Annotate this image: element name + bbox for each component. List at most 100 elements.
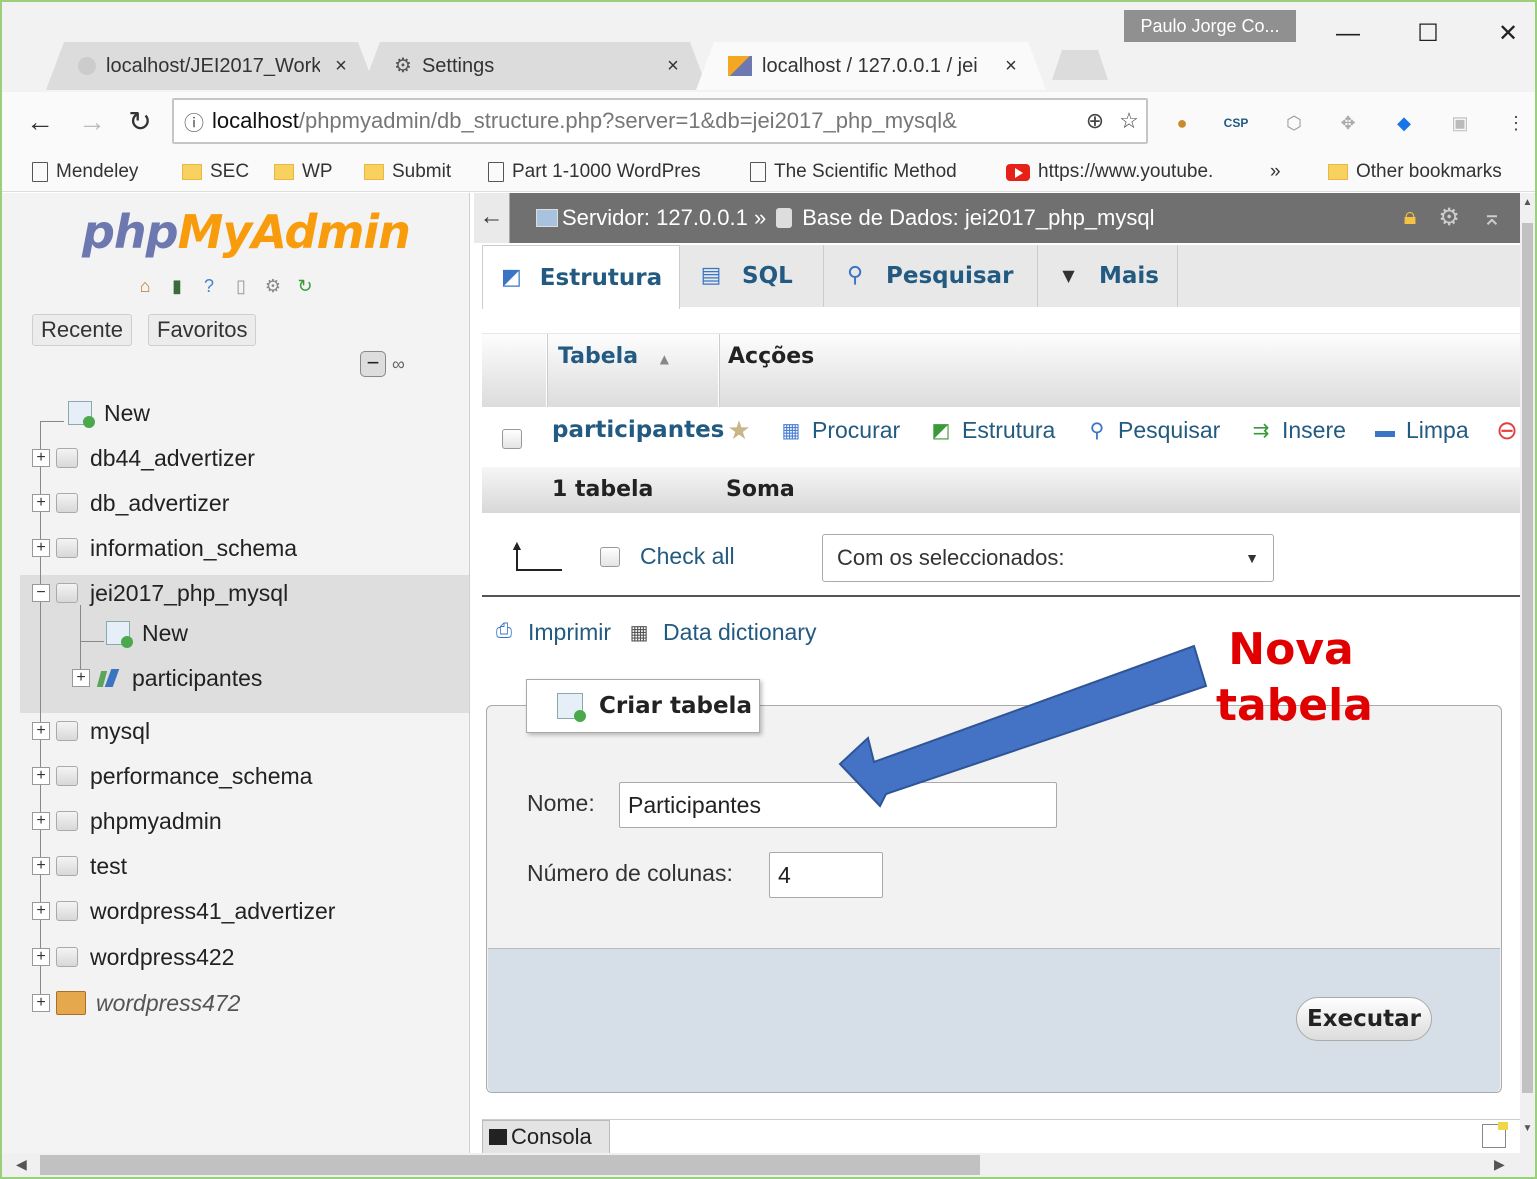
close-tab-icon[interactable]: ×	[662, 42, 684, 90]
breadcrumb-database[interactable]: Base de Dados: jei2017_php_mysql	[802, 205, 1154, 231]
expand-icon[interactable]: +	[32, 812, 50, 830]
action-limpa[interactable]: ▬ Limpa	[1372, 417, 1469, 444]
expand-icon[interactable]: +	[72, 669, 90, 687]
console-tab[interactable]: Consola	[482, 1120, 610, 1153]
tab-sql[interactable]: ▤ SQL	[680, 245, 824, 307]
tree-item-information-schema[interactable]: + information_schema	[32, 528, 297, 568]
execute-button[interactable]: Executar	[1296, 997, 1432, 1041]
bookmark-mendeley[interactable]: Mendeley	[32, 158, 138, 186]
bookmark-wp[interactable]: WP	[274, 158, 333, 186]
address-bar[interactable]: ⓘ localhost/phpmyadmin/db_structure.php?…	[172, 98, 1148, 144]
bookmark-submit[interactable]: Submit	[364, 158, 451, 186]
empty-table-icon: ▬	[1375, 419, 1395, 442]
tab-label: localhost / 127.0.0.1 / jei	[762, 55, 978, 77]
action-pesquisar[interactable]: ⚲ Pesquisar	[1084, 417, 1221, 444]
tab-estrutura[interactable]: ◩ Estrutura	[482, 245, 680, 309]
title-bar: localhost/JEI2017_Works × ⚙ Settings × l…	[2, 2, 1535, 92]
tab-pesquisar[interactable]: ⚲ Pesquisar	[824, 245, 1038, 307]
tree-item-performance-schema[interactable]: + performance_schema	[32, 756, 312, 796]
with-selected-dropdown[interactable]: Com os seleccionados: ▼	[822, 534, 1274, 582]
action-estrutura[interactable]: ◩ Estrutura	[928, 417, 1056, 444]
expand-icon[interactable]: +	[32, 539, 50, 557]
back-arrow-icon[interactable]: ←	[22, 104, 58, 140]
forward-arrow-icon[interactable]: →	[74, 104, 110, 140]
expand-icon[interactable]: +	[32, 449, 50, 467]
note-icon[interactable]	[1482, 1122, 1508, 1148]
tree-item-new-table[interactable]: New	[106, 613, 188, 653]
new-tab-button[interactable]	[1052, 50, 1108, 80]
tab-jei2017-works[interactable]: localhost/JEI2017_Works ×	[46, 42, 376, 90]
tree-item-new[interactable]: New	[68, 393, 150, 433]
table-name-input[interactable]	[619, 782, 1057, 828]
cube-extension-icon[interactable]: ⬡	[1278, 108, 1310, 138]
dropbox-extension-icon[interactable]: ✥	[1332, 108, 1364, 138]
header-table[interactable]: Tabela ▲	[558, 344, 669, 369]
tree-item-db44-advertizer[interactable]: + db44_advertizer	[32, 438, 255, 478]
reload-icon[interactable]: ↻	[122, 104, 158, 140]
tree-item-test[interactable]: + test	[32, 846, 127, 886]
tree-item-mysql[interactable]: + mysql	[32, 711, 150, 751]
back-arrow-icon[interactable]: ←	[474, 193, 510, 243]
expand-icon[interactable]: +	[32, 994, 50, 1012]
tab-mais[interactable]: ▼ Mais	[1038, 245, 1178, 307]
vertical-scrollbar[interactable]: ▲ ▼	[1520, 193, 1535, 1153]
tree-item-wordpress422[interactable]: + wordpress422	[32, 937, 234, 977]
tree-item-phpmyadmin[interactable]: + phpmyadmin	[32, 801, 222, 841]
expand-icon[interactable]: +	[32, 494, 50, 512]
expand-icon[interactable]: +	[32, 857, 50, 875]
close-window-button[interactable]: ✕	[1488, 16, 1528, 52]
expand-icon[interactable]: +	[32, 767, 50, 785]
zoom-icon[interactable]: ⊕	[1078, 108, 1112, 134]
tree-item-wordpress472[interactable]: + wordpress472	[32, 983, 240, 1023]
columns-label: Número de colunas:	[527, 860, 733, 886]
print-link[interactable]: Imprimir	[528, 619, 611, 646]
lock-icon[interactable]: 🔒︎	[1404, 203, 1417, 232]
tree-item-jei2017-php-mysql[interactable]: − jei2017_php_mysql	[32, 573, 288, 613]
database-icon	[56, 493, 78, 513]
close-tab-icon[interactable]: ×	[330, 42, 352, 90]
tree-item-db-advertizer[interactable]: + db_advertizer	[32, 483, 229, 523]
expand-icon[interactable]: +	[32, 902, 50, 920]
close-tab-icon[interactable]: ×	[1000, 42, 1022, 90]
row-checkbox[interactable]	[502, 429, 522, 449]
action-insere[interactable]: ⇉ Insere	[1248, 417, 1346, 444]
collapse-top-icon[interactable]: ⌅	[1482, 203, 1502, 232]
table-row: participantes ★ ▦ Procurar ◩ Estrutura ⚲ Pe…	[482, 407, 1520, 467]
bookmark-other[interactable]: Other bookmarks	[1328, 158, 1502, 186]
favorite-star-icon[interactable]: ★	[726, 417, 752, 443]
bookmark-scientific-method[interactable]: The Scientific Method	[750, 158, 957, 186]
table-name-participantes[interactable]: participantes	[552, 417, 724, 443]
cookie-extension-icon[interactable]: ●	[1166, 108, 1198, 138]
url-text[interactable]: localhost/phpmyadmin/db_structure.php?se…	[212, 108, 1078, 134]
minimize-button[interactable]: —	[1328, 16, 1368, 52]
check-all-checkbox[interactable]	[600, 547, 620, 567]
expand-icon[interactable]: +	[32, 722, 50, 740]
star-icon[interactable]: ☆	[1112, 108, 1146, 134]
bookmark-sec[interactable]: SEC	[182, 158, 249, 186]
tree-item-participantes[interactable]: + participantes	[72, 658, 262, 698]
data-dictionary-link[interactable]: Data dictionary	[663, 619, 816, 646]
kc-extension-icon[interactable]: ▣	[1444, 108, 1476, 138]
breadcrumb-server[interactable]: Servidor: 127.0.0.1 »	[562, 205, 766, 231]
csp-extension-icon[interactable]: CSP	[1220, 108, 1252, 138]
bookmark-youtube[interactable]: https://www.youtube.	[1006, 158, 1213, 186]
tab-phpmyadmin[interactable]: localhost / 127.0.0.1 / jei ×	[696, 42, 1046, 90]
print-links: ⎙ Imprimir ▦ Data dictionary	[490, 619, 816, 646]
info-icon[interactable]: ⓘ	[184, 107, 212, 136]
menu-kebab-icon[interactable]: ⋮	[1500, 108, 1532, 138]
bookmarks-overflow[interactable]: »	[1270, 158, 1281, 186]
gear-icon[interactable]: ⚙	[1438, 203, 1460, 232]
collapse-icon[interactable]: −	[32, 584, 50, 602]
maximize-button[interactable]: ☐	[1408, 16, 1448, 52]
check-all-label[interactable]: Check all	[640, 543, 735, 570]
bookmark-part-1-1000[interactable]: Part 1-1000 WordPres	[488, 158, 701, 186]
drop-icon[interactable]: ⊖	[1494, 417, 1520, 443]
horizontal-scrollbar[interactable]: ◀ ▶	[2, 1153, 1535, 1177]
profile-badge[interactable]: Paulo Jorge Co...	[1124, 10, 1296, 42]
expand-icon[interactable]: +	[32, 948, 50, 966]
tree-item-wordpress41-advertizer[interactable]: + wordpress41_advertizer	[32, 891, 335, 931]
tab-settings[interactable]: ⚙ Settings ×	[362, 42, 708, 90]
action-procurar[interactable]: ▦ Procurar	[778, 417, 901, 444]
diamond-extension-icon[interactable]: ◆	[1388, 108, 1420, 138]
columns-count-input[interactable]	[769, 852, 883, 898]
